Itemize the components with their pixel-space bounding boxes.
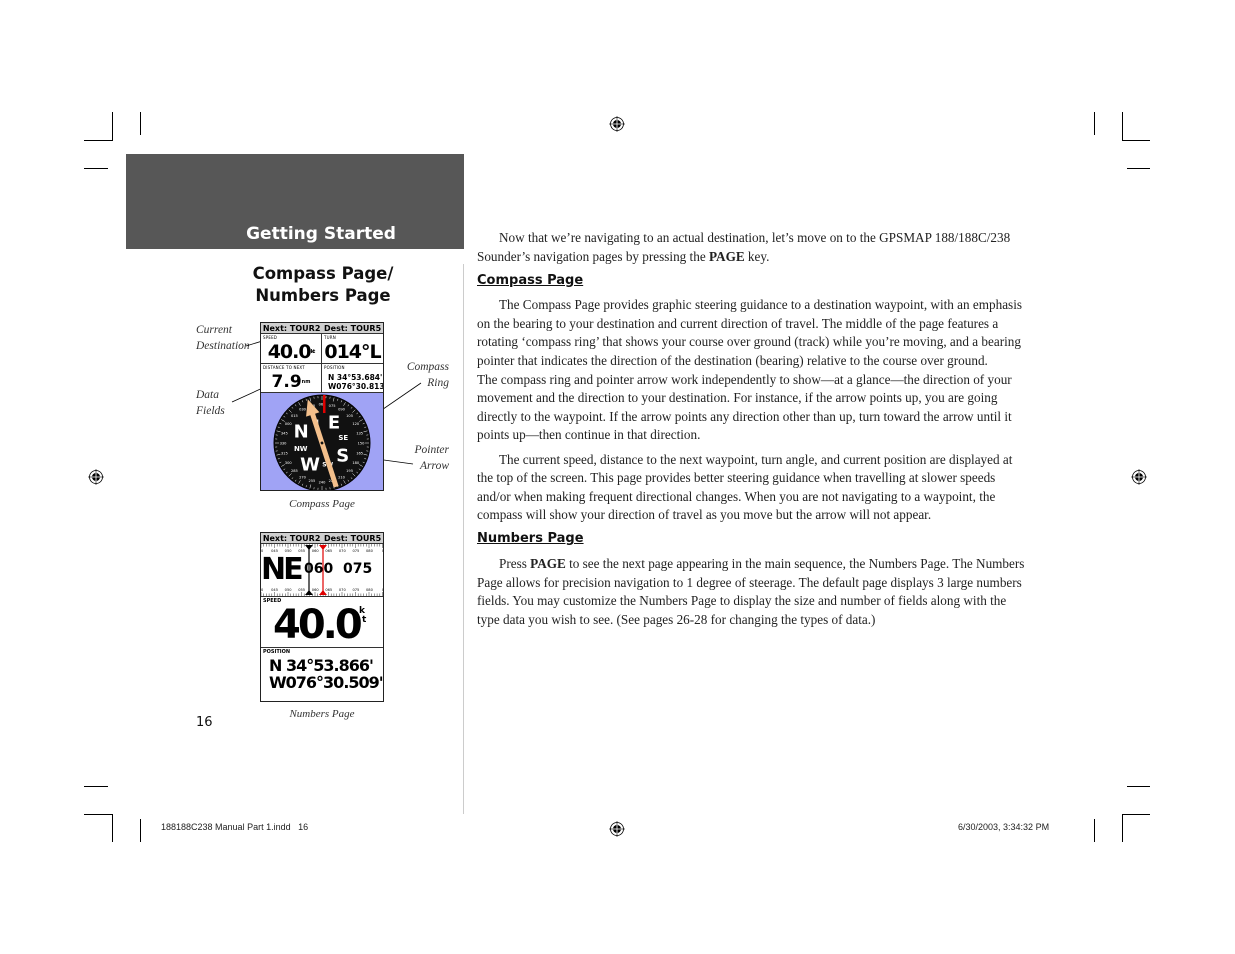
compass-paragraph-2: The current speed, distance to the next … (477, 451, 1013, 523)
heading-tape: 4040045045050050055055060060065065070070… (261, 544, 383, 597)
compass-tick-label: 330 (280, 442, 288, 446)
intro-paragraph: Now that we’re navigating to an actual d… (477, 230, 1011, 264)
data-field-speed: SPEED 40.0kt (261, 334, 322, 364)
compass-tick-label: 150 (358, 442, 366, 446)
position-field: POSITION N 34°53.866' W076°30.509' (263, 649, 383, 692)
compass-tick-label: 165 (356, 452, 363, 456)
compass-tick-label: 345 (281, 431, 288, 435)
compass-tick-label: 195 (346, 469, 353, 473)
compass-tick-label: 120 (352, 422, 360, 426)
compass-tick-label: 030 (299, 408, 307, 412)
compass-letter-s: S (336, 445, 349, 466)
heading-letters: NE (261, 552, 304, 587)
numbers-page-screen: Next: TOUR2 Dest: TOUR5 4040045045050050… (260, 532, 384, 702)
tape-tick-label-bottom: 075 (352, 588, 359, 592)
data-field-distance: DISTANCE TO NEXT 7.9nm (261, 364, 322, 393)
compass-tick-label: 135 (356, 431, 363, 435)
compass-tick-label: 315 (281, 452, 288, 456)
tape-tick-label-bottom: 065 (325, 588, 332, 592)
numbers-page-heading: Numbers Page (477, 531, 584, 547)
compass-tick-label: 075 (329, 404, 336, 408)
compass-tick-label: 180 (352, 461, 360, 465)
compass-tick-label: 255 (308, 479, 315, 483)
track-value: 060 (304, 561, 334, 577)
tape-tick-label-top: 060 (312, 549, 320, 553)
tape-tick-label-bottom: 080 (366, 588, 374, 592)
screen-nav-bar: Next: TOUR2 Dest: TOUR5 (261, 323, 383, 334)
position-latitude: N 34°53.866' (269, 656, 374, 675)
compass-display: 0600750901051201351501651801952102252402… (261, 393, 383, 490)
compass-letter-n: N (294, 421, 309, 442)
numbers-page-caption: Numbers Page (289, 708, 355, 720)
compass-paragraph-1b: The compass ring and pointer arrow work … (477, 371, 1012, 443)
footer-timestamp: 6/30/2003, 3:34:32 PM (958, 822, 1050, 832)
compass-tick-label: 000 (285, 422, 293, 426)
compass-tick-label: 105 (346, 414, 353, 418)
body-text: Now that we’re navigating to an actual d… (477, 229, 1029, 635)
compass-page-caption: Compass Page (289, 498, 355, 510)
compass-paragraph-1: The Compass Page provides graphic steeri… (477, 297, 1022, 369)
compass-ring: 0600750901051201351501651801952102252402… (273, 394, 371, 490)
tape-tick-label-bottom: 070 (339, 588, 347, 592)
page-number: 16 (196, 715, 213, 730)
data-field-turn: TURN 014°L (322, 334, 383, 364)
tape-tick-label-bottom: 060 (312, 588, 320, 592)
data-fields-grid: SPEED 40.0kt TURN 014°L DISTANCE TO NEXT… (261, 334, 383, 393)
bearing-value: 075 (343, 561, 373, 577)
tape-tick-label-bottom: 050 (285, 588, 293, 592)
tape-tick-label-bottom: 045 (271, 588, 278, 592)
tape-tick-label-bottom: 055 (298, 588, 305, 592)
screen-nav-bar: Next: TOUR2 Dest: TOUR5 (261, 533, 383, 544)
compass-tick-label: 300 (285, 461, 293, 465)
destination-label: Dest: TOUR5 (324, 533, 382, 543)
next-waypoint-label: Next: TOUR2 (262, 533, 321, 543)
tape-tick-label-top: 070 (339, 549, 347, 553)
next-waypoint-label: Next: TOUR2 (262, 323, 321, 333)
tape-tick-label-top: 0 (382, 549, 383, 553)
compass-tick-label: 210 (338, 475, 346, 479)
lubber-line (323, 395, 326, 413)
compass-letter-nw: NW (294, 445, 308, 453)
tape-tick-label-bottom: 0 (382, 588, 383, 592)
data-field-position: POSITION N 34°53.684' W076°30.813' (322, 365, 384, 393)
footer-file-info: 188188C238 Manual Part 1.indd 16 (161, 822, 309, 832)
compass-tick-label: 015 (291, 414, 298, 418)
compass-tick-label: 285 (291, 469, 298, 473)
speed-unit: k t (359, 606, 367, 625)
compass-page-screen: Next: TOUR2 Dest: TOUR5 SPEED 40.0kt TUR… (260, 322, 384, 491)
compass-tick-label: 270 (299, 475, 307, 479)
tape-tick-label-top: 075 (352, 549, 359, 553)
compass-letter-se: SE (338, 434, 348, 442)
speed-value: 40.0 (273, 602, 363, 648)
compass-letter-e: E (328, 413, 340, 434)
tape-tick-label-bottom: 40 (261, 588, 264, 592)
position-longitude: W076°30.509' (269, 673, 383, 692)
tape-tick-label-top: 065 (325, 549, 332, 553)
destination-label: Dest: TOUR5 (324, 323, 382, 333)
numbers-paragraph: Press PAGE to see the next page appearin… (477, 556, 1025, 627)
compass-letter-w: W (300, 454, 320, 475)
tape-tick-label-top: 080 (366, 549, 374, 553)
compass-tick-label: 090 (338, 408, 346, 412)
compass-page-heading: Compass Page (477, 272, 584, 288)
speed-field: SPEED 40.0 k t (261, 597, 383, 648)
compass-tick-label: 240 (319, 481, 327, 485)
